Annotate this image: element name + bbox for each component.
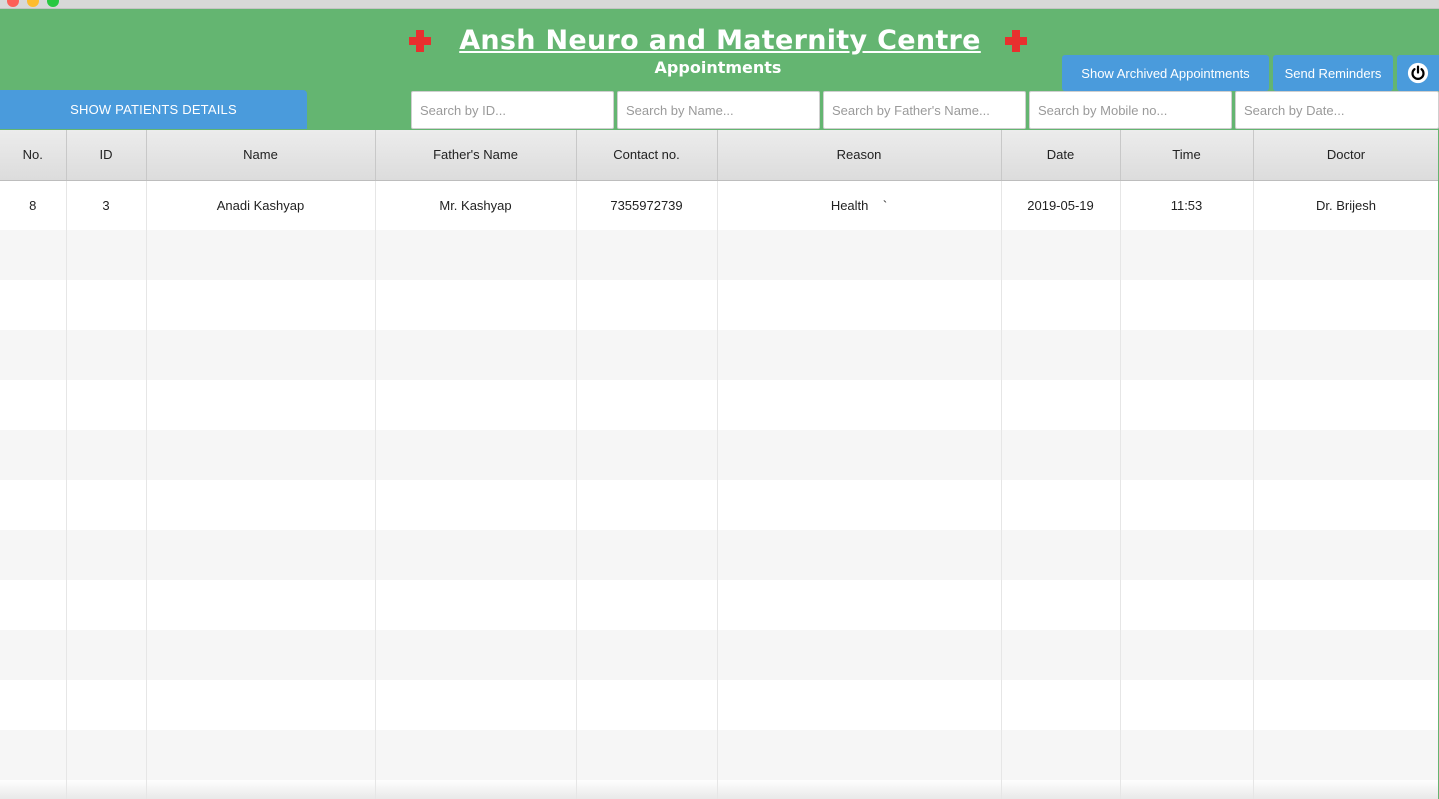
table-row[interactable]: 8 3 Anadi Kashyap Mr. Kashyap 7355972739… bbox=[0, 180, 1438, 230]
column-header-no[interactable]: No. bbox=[0, 130, 67, 181]
empty-table-row bbox=[0, 730, 1438, 780]
appointments-table[interactable]: No. ID Name Father's Name Contact no. Re… bbox=[0, 130, 1439, 799]
send-reminders-button[interactable]: Send Reminders bbox=[1273, 55, 1393, 91]
cell-contact: 7355972739 bbox=[576, 180, 718, 230]
column-header-time[interactable]: Time bbox=[1120, 130, 1254, 181]
show-archived-appointments-button[interactable]: Show Archived Appointments bbox=[1062, 55, 1269, 91]
search-by-name-input[interactable] bbox=[617, 91, 820, 129]
search-by-father-name-input[interactable] bbox=[823, 91, 1026, 129]
power-icon bbox=[1407, 62, 1429, 84]
column-header-doctor[interactable]: Doctor bbox=[1253, 130, 1438, 181]
cell-id: 3 bbox=[66, 180, 147, 230]
empty-table-row bbox=[0, 680, 1438, 730]
column-header-reason[interactable]: Reason bbox=[717, 130, 1002, 181]
cell-date: 2019-05-19 bbox=[1001, 180, 1121, 230]
medical-cross-icon bbox=[409, 30, 431, 52]
medical-cross-icon bbox=[1005, 30, 1027, 52]
cell-name: Anadi Kashyap bbox=[146, 180, 376, 230]
column-header-contact[interactable]: Contact no. bbox=[576, 130, 718, 181]
column-header-date[interactable]: Date bbox=[1001, 130, 1121, 181]
column-header-father-name[interactable]: Father's Name bbox=[375, 130, 577, 181]
empty-table-row bbox=[0, 780, 1438, 799]
empty-table-row bbox=[0, 530, 1438, 580]
minimize-window-button[interactable] bbox=[27, 0, 39, 7]
column-header-name[interactable]: Name bbox=[146, 130, 376, 181]
close-window-button[interactable] bbox=[7, 0, 19, 7]
empty-table-row bbox=[0, 230, 1438, 280]
empty-table-row bbox=[0, 480, 1438, 530]
empty-table-row bbox=[0, 580, 1438, 630]
cell-father-name: Mr. Kashyap bbox=[375, 180, 577, 230]
empty-table-row bbox=[0, 380, 1438, 430]
power-button[interactable] bbox=[1397, 55, 1439, 91]
search-by-date-input[interactable] bbox=[1235, 91, 1439, 129]
empty-table-row bbox=[0, 630, 1438, 680]
window-titlebar bbox=[0, 0, 1439, 9]
column-header-id[interactable]: ID bbox=[66, 130, 147, 181]
empty-table-row bbox=[0, 280, 1438, 330]
empty-table-row bbox=[0, 330, 1438, 380]
cell-time: 11:53 bbox=[1120, 180, 1254, 230]
app-title: Ansh Neuro and Maternity Centre bbox=[459, 25, 981, 56]
maximize-window-button[interactable] bbox=[47, 0, 59, 7]
search-by-mobile-input[interactable] bbox=[1029, 91, 1232, 129]
table-header-row: No. ID Name Father's Name Contact no. Re… bbox=[0, 130, 1438, 181]
cell-no: 8 bbox=[0, 180, 67, 230]
show-patients-details-button[interactable]: SHOW PATIENTS DETAILS bbox=[0, 90, 307, 129]
cell-doctor: Dr. Brijesh bbox=[1253, 180, 1438, 230]
search-by-id-input[interactable] bbox=[411, 91, 614, 129]
page-title: Appointments bbox=[654, 58, 782, 77]
cell-reason: Health ` bbox=[717, 180, 1002, 230]
empty-table-row bbox=[0, 430, 1438, 480]
